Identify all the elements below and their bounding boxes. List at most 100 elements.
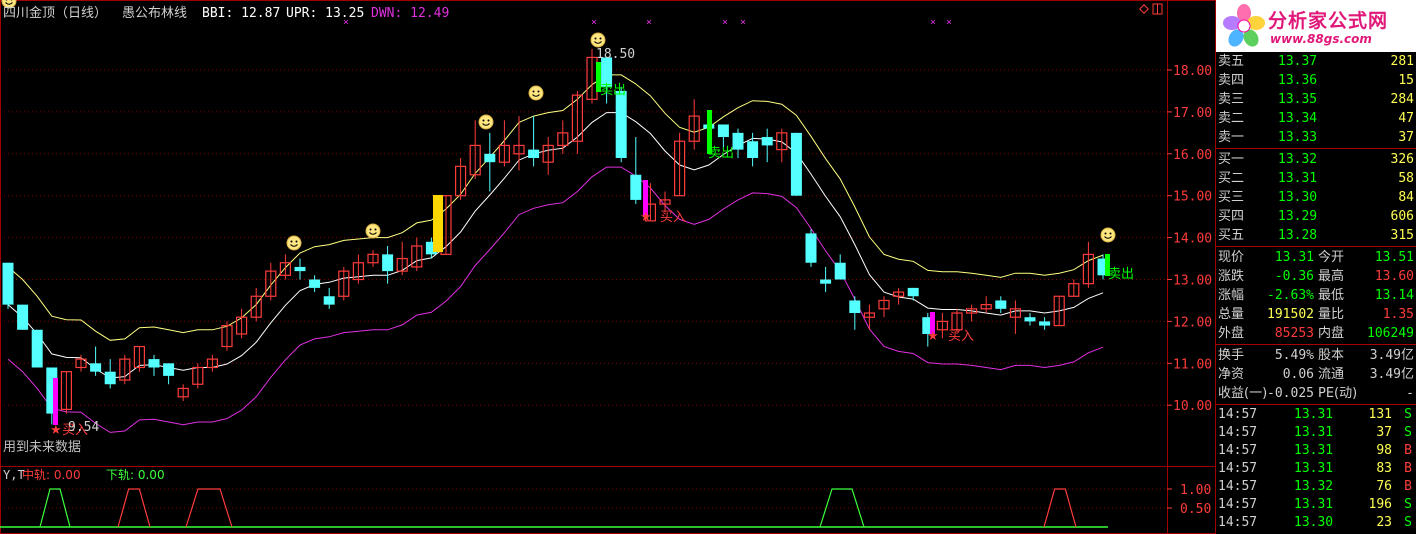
panel-separator bbox=[1216, 148, 1416, 149]
sub-indicator-panel: 1.00 0.50 bbox=[0, 483, 1211, 528]
diamond-icon[interactable] bbox=[1139, 4, 1149, 14]
smiley-icon bbox=[590, 32, 606, 48]
ask-row: 卖四 13.36 15 bbox=[1216, 71, 1416, 90]
ask-label: 卖四 bbox=[1218, 73, 1245, 88]
sub-signal-pulse bbox=[117, 488, 151, 528]
fundamental-value: -0.025 bbox=[1267, 386, 1314, 401]
ask-volume: 15 bbox=[1398, 73, 1414, 88]
tick-volume: 83 bbox=[1376, 461, 1392, 476]
tick-price: 13.30 bbox=[1294, 515, 1334, 530]
sub-low-value: 下轨: 0.00 bbox=[106, 468, 165, 482]
quote-value: 106249 bbox=[1367, 326, 1414, 341]
x-mark-icon: × bbox=[946, 17, 952, 28]
candle-body bbox=[104, 371, 116, 385]
ask-label: 卖二 bbox=[1218, 111, 1245, 126]
star-icon: ★ bbox=[927, 329, 939, 344]
smiley-eye bbox=[487, 119, 490, 122]
bid-row: 买二 13.31 58 bbox=[1216, 169, 1416, 188]
tick-price: 13.31 bbox=[1294, 407, 1334, 422]
smiley-icon bbox=[528, 85, 544, 101]
panel-separator bbox=[1216, 344, 1416, 345]
fundamental-label: 换手 bbox=[1218, 348, 1245, 363]
bid-volume: 606 bbox=[1390, 209, 1414, 224]
bid-row: 买四 13.29 606 bbox=[1216, 207, 1416, 226]
smiley-eye bbox=[1109, 232, 1112, 235]
stock-chart-svg: 18.00 17.00 16.00 15.00 14.00 13.00 12.00 11.00… bbox=[0, 0, 1216, 534]
bid-row: 买五 13.28 315 bbox=[1216, 226, 1416, 245]
ask-price: 13.35 bbox=[1278, 92, 1318, 107]
sell-signal-label: 卖出 bbox=[1108, 267, 1134, 282]
price-axis-label: 15.00 bbox=[1173, 190, 1212, 205]
high-price-label: 18.50 bbox=[596, 47, 635, 62]
quote-value: 13.51 bbox=[1374, 250, 1414, 265]
candle-body bbox=[484, 153, 496, 163]
bid-label: 买四 bbox=[1218, 209, 1245, 224]
smiley-icon bbox=[1100, 227, 1116, 243]
quote-value: 1.35 bbox=[1382, 307, 1414, 322]
smiley-eye bbox=[295, 240, 298, 243]
ask-volume: 284 bbox=[1390, 92, 1414, 107]
price-axis-label: 17.00 bbox=[1173, 106, 1212, 121]
logo-title: 分析家公式网 bbox=[1268, 10, 1389, 32]
tick-volume: 98 bbox=[1376, 443, 1392, 458]
x-mark-icon: × bbox=[646, 17, 652, 28]
smiley-eye bbox=[290, 240, 293, 243]
bid-label: 买二 bbox=[1218, 171, 1245, 186]
ask-volume: 47 bbox=[1398, 111, 1414, 126]
candle-body bbox=[630, 174, 642, 200]
fundamental-value: 3.49亿 bbox=[1369, 348, 1414, 363]
ask-price: 13.33 bbox=[1278, 130, 1318, 145]
price-axis-label: 16.00 bbox=[1173, 148, 1212, 163]
logo-url[interactable]: www.88gs.com bbox=[1270, 32, 1372, 46]
sub-signal-pulse bbox=[819, 488, 865, 528]
quote-value: 85253 bbox=[1274, 326, 1314, 341]
candle-body bbox=[907, 287, 919, 297]
fundamental-label: 收益(一) bbox=[1218, 386, 1268, 401]
tick-volume: 196 bbox=[1368, 497, 1392, 512]
sub-axis-label: 0.50 bbox=[1180, 502, 1211, 517]
tick-side: S bbox=[1404, 497, 1412, 512]
quote-label: 外盘 bbox=[1218, 326, 1245, 341]
tick-time: 14:57 bbox=[1218, 425, 1258, 440]
smiley-eye bbox=[594, 37, 597, 40]
ask-volume: 281 bbox=[1390, 54, 1414, 69]
tick-time: 14:57 bbox=[1218, 515, 1258, 530]
future-data-warning: 用到未来数据 bbox=[3, 440, 81, 455]
grid-lines bbox=[0, 69, 1167, 406]
sub-axis-label: 1.00 bbox=[1180, 483, 1211, 498]
price-axis-label: 10.00 bbox=[1173, 399, 1212, 414]
tick-row: 14:57 13.31 83 B bbox=[1216, 459, 1416, 478]
smiley-eye bbox=[369, 228, 372, 231]
quote-label: 总量 bbox=[1218, 307, 1245, 322]
quote-label: 今开 bbox=[1318, 250, 1345, 265]
quote-panel: 分析家公式网 www.88gs.com 卖五 13.37 281 卖四 13.36 15 卖… bbox=[1216, 0, 1416, 534]
fundamental-label: 股本 bbox=[1318, 348, 1345, 363]
tick-row: 14:57 13.31 98 B bbox=[1216, 441, 1416, 460]
tick-price: 13.31 bbox=[1294, 425, 1334, 440]
buy-signal-label: 买入 bbox=[660, 210, 686, 225]
candle-body bbox=[615, 90, 627, 158]
price-axis: 18.00 17.00 16.00 15.00 14.00 13.00 12.00 11.00… bbox=[1167, 64, 1212, 414]
candle-body bbox=[2, 262, 14, 305]
candle-body bbox=[805, 233, 817, 263]
bid-volume: 315 bbox=[1390, 228, 1414, 243]
bid-price: 13.28 bbox=[1278, 228, 1318, 243]
price-axis-label: 11.00 bbox=[1173, 357, 1212, 372]
price-axis-label: 18.00 bbox=[1173, 64, 1212, 79]
candle-body bbox=[849, 300, 861, 314]
candle-body bbox=[995, 300, 1007, 309]
sub-signal-pulse bbox=[39, 488, 71, 528]
smiley-eye bbox=[599, 37, 602, 40]
smiley-icon bbox=[478, 114, 494, 130]
smiley-eye bbox=[482, 119, 485, 122]
fundamental-label: 流通 bbox=[1318, 367, 1345, 382]
candle-body bbox=[790, 132, 802, 196]
quote-label: 内盘 bbox=[1318, 326, 1345, 341]
tick-side: S bbox=[1404, 407, 1412, 422]
quote-value: 191502 bbox=[1267, 307, 1314, 322]
candle-body bbox=[717, 124, 729, 138]
fundamental-label: PE(动) bbox=[1318, 386, 1358, 401]
bid-volume: 326 bbox=[1390, 152, 1414, 167]
panel-separator bbox=[1216, 246, 1416, 247]
bollinger-bands bbox=[7, 74, 1104, 433]
